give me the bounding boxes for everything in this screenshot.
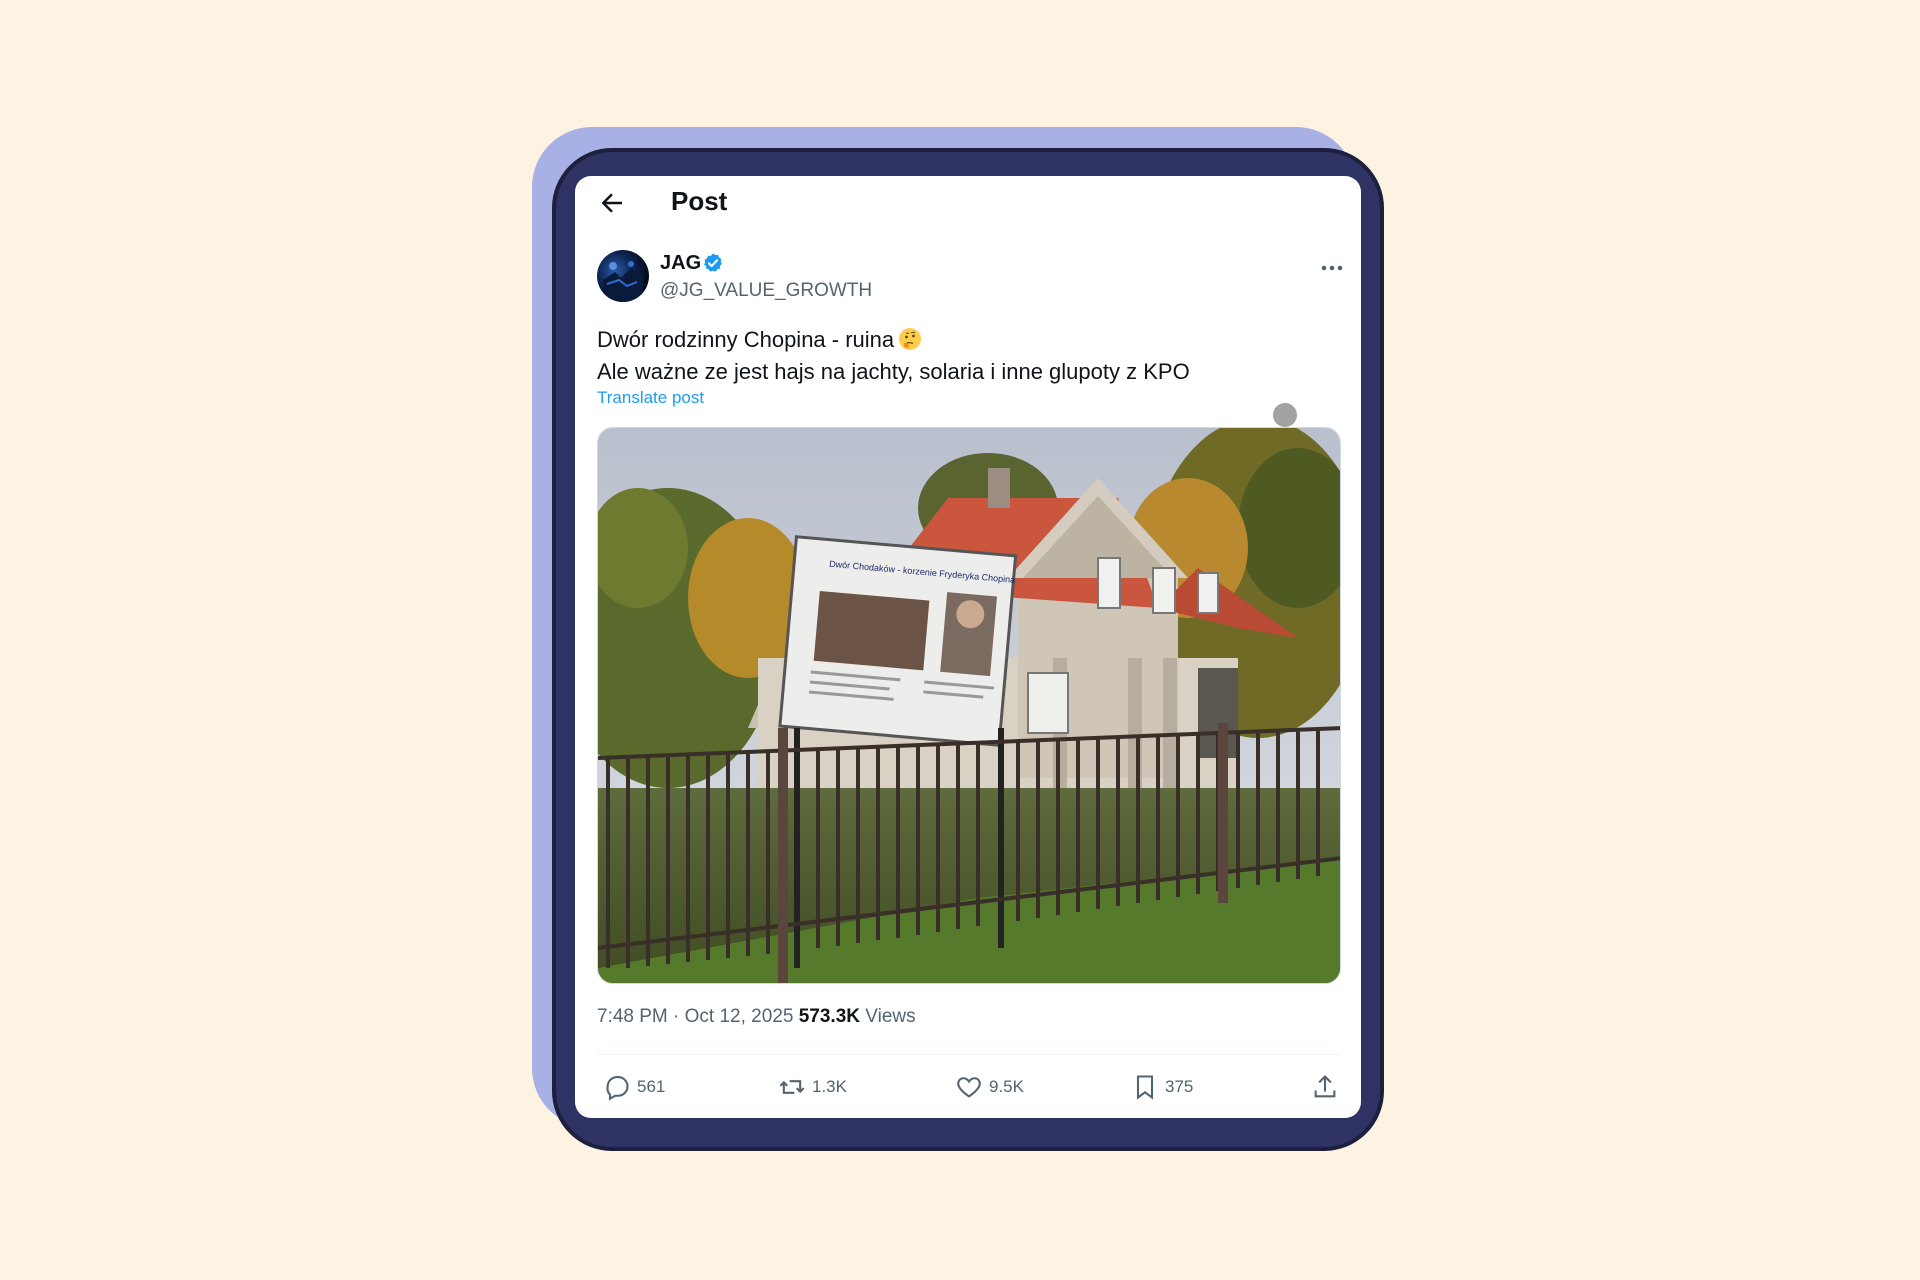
bookmark-count: 375 — [1165, 1077, 1194, 1096]
verified-badge-icon — [704, 253, 722, 272]
author-name[interactable]: JAG — [660, 252, 701, 275]
more-horizontal-icon — [1321, 265, 1343, 271]
repost-button[interactable]: 1.3K — [778, 1070, 847, 1104]
back-button[interactable] — [597, 188, 627, 218]
post-image[interactable]: Dwór Chodaków - korzenie Fryderyka Chopi… — [597, 427, 1341, 984]
post-date[interactable]: Oct 12, 2025 — [685, 1006, 794, 1027]
post-text-line-1: Dwór rodzinny Chopina - ruina — [597, 324, 1337, 356]
post-time[interactable]: 7:48 PM — [597, 1006, 668, 1027]
views-count: 573.3K — [798, 1006, 861, 1027]
heart-icon — [957, 1077, 981, 1098]
post-screen: Post JAG @JG_VALUE_GROWTH Dwór rodzinny … — [575, 176, 1361, 1118]
meta-separator: · — [667, 1006, 685, 1027]
divider — [597, 1054, 1341, 1055]
scroll-indicator — [1273, 403, 1297, 427]
share-icon — [1314, 1075, 1336, 1098]
author-handle[interactable]: @JG_VALUE_GROWTH — [660, 280, 872, 302]
bookmark-button[interactable]: 375 — [1131, 1070, 1193, 1104]
post-text-line-1-content: Dwór rodzinny Chopina - ruina — [597, 327, 895, 352]
translate-post-link[interactable]: Translate post — [597, 388, 704, 408]
header: Post — [575, 176, 1361, 228]
avatar-image — [603, 261, 643, 302]
post-meta: 7:48 PM · Oct 12, 2025 573.3K Views — [597, 1006, 916, 1028]
thinking-face-emoji-icon — [899, 328, 922, 350]
repost-icon — [779, 1080, 805, 1094]
avatar[interactable] — [597, 250, 649, 302]
bookmark-icon — [1136, 1075, 1154, 1100]
post-text: Dwór rodzinny Chopina - ruina Ale ważne … — [597, 324, 1337, 388]
views-label: Views — [860, 1006, 916, 1027]
post-photo: Dwór Chodaków - korzenie Fryderyka Chopi… — [598, 428, 1340, 983]
share-button[interactable] — [1311, 1070, 1339, 1104]
arrow-left-icon — [601, 193, 622, 213]
like-count: 9.5K — [989, 1077, 1024, 1096]
reply-icon — [606, 1076, 629, 1101]
post-text-line-2: Ale ważne ze jest hajs na jachty, solari… — [597, 359, 1190, 384]
reply-button[interactable]: 561 — [603, 1070, 665, 1104]
more-options-button[interactable] — [1317, 256, 1347, 280]
like-button[interactable]: 9.5K — [955, 1070, 1024, 1104]
repost-count: 1.3K — [812, 1077, 847, 1096]
page-title: Post — [671, 186, 728, 216]
reply-count: 561 — [637, 1077, 666, 1096]
